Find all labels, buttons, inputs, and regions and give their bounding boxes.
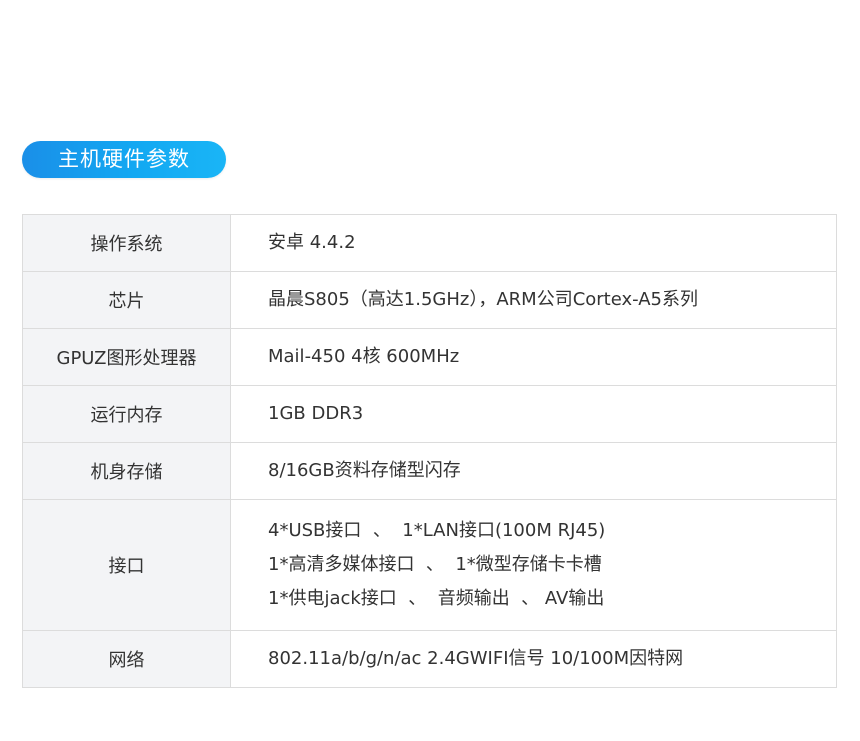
spec-label: GPUZ图形处理器 [22,328,231,386]
spec-value-line: 1*供电jack接口 、 音频输出 、 AV输出 [268,588,605,609]
spec-label: 机身存储 [22,442,231,500]
spec-value: Mail-450 4核 600MHz [230,328,837,386]
spec-row-chip: 芯片 晶晨S805（高达1.5GHz），ARM公司Cortex-A5系列 [22,271,837,329]
spec-value-line: 1*高清多媒体接口 、 1*微型存储卡卡槽 [268,554,602,575]
spec-row-interfaces: 接口 4*USB接口 、 1*LAN接口(100M RJ45) 1*高清多媒体接… [22,499,837,631]
spec-label: 芯片 [22,271,231,329]
spec-row-storage: 机身存储 8/16GB资料存储型闪存 [22,442,837,500]
spec-row-network: 网络 802.11a/b/g/n/ac 2.4GWIFI信号 10/100M因特… [22,630,837,688]
spec-value: 晶晨S805（高达1.5GHz），ARM公司Cortex-A5系列 [230,271,837,329]
hardware-spec-table: 操作系统 安卓 4.4.2 芯片 晶晨S805（高达1.5GHz），ARM公司C… [22,214,837,688]
spec-value-line: Mail-450 4核 600MHz [268,346,460,367]
section-title-badge: 主机硬件参数 [22,141,226,178]
spec-value-line: 晶晨S805（高达1.5GHz），ARM公司Cortex-A5系列 [268,289,699,310]
spec-row-gpu: GPUZ图形处理器 Mail-450 4核 600MHz [22,328,837,386]
spec-value-line: 4*USB接口 、 1*LAN接口(100M RJ45) [268,520,606,541]
spec-value-line: 8/16GB资料存储型闪存 [268,460,461,481]
spec-value: 8/16GB资料存储型闪存 [230,442,837,500]
spec-value-line: 安卓 4.4.2 [268,232,356,253]
spec-label: 接口 [22,499,231,631]
spec-label: 操作系统 [22,214,231,272]
spec-label: 网络 [22,630,231,688]
spec-label: 运行内存 [22,385,231,443]
spec-value: 安卓 4.4.2 [230,214,837,272]
spec-value: 4*USB接口 、 1*LAN接口(100M RJ45) 1*高清多媒体接口 、… [230,499,837,631]
spec-value: 1GB DDR3 [230,385,837,443]
spec-row-ram: 运行内存 1GB DDR3 [22,385,837,443]
spec-value: 802.11a/b/g/n/ac 2.4GWIFI信号 10/100M因特网 [230,630,837,688]
spec-row-os: 操作系统 安卓 4.4.2 [22,214,837,272]
spec-value-line: 1GB DDR3 [268,403,364,424]
spec-value-line: 802.11a/b/g/n/ac 2.4GWIFI信号 10/100M因特网 [268,648,684,669]
